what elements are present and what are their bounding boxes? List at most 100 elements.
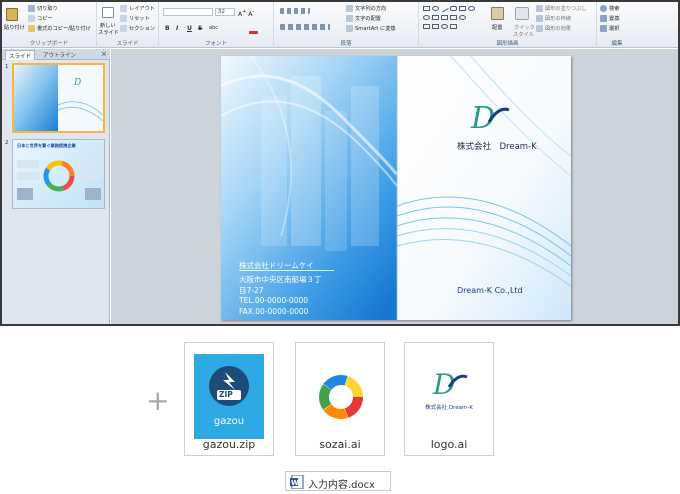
new-slide-label[interactable]: スライド [98,29,119,36]
slide-1-number: 1 [5,64,9,70]
smartart-icon[interactable] [346,25,353,32]
italic-button[interactable]: I [176,25,178,32]
circle-shape-icon[interactable] [468,6,475,11]
quick-styles-label[interactable]: スタイル [513,31,534,38]
align-text-button[interactable]: 文字の配置 [355,15,381,22]
reset-button[interactable]: リセット [129,15,150,22]
bold-button[interactable]: B [165,25,170,32]
file-logo-ai[interactable]: D 株式会社 Dream-K logo.ai [404,342,494,456]
dream-k-logo-icon: D [470,101,510,134]
clipboard-group: 貼り付け 切り取り コピー 書式のコピー/貼り付け クリップボード [2,2,97,48]
dream-k-logo-icon: D [432,368,468,401]
star-shape-icon[interactable] [459,15,466,20]
strikethrough-button[interactable]: S [198,25,202,32]
layout-button[interactable]: レイアウト [129,5,155,12]
callout-shape-icon[interactable] [423,24,430,29]
slide-1-thumbnail[interactable]: D [12,63,105,133]
layout-icon[interactable] [120,5,127,12]
editing-group-title: 編集 [611,41,623,47]
grow-font-button[interactable]: A+ A- [238,9,254,18]
format-painter-icon[interactable] [28,25,35,32]
tab-slides[interactable]: スライド [5,50,36,60]
new-slide-icon[interactable] [102,7,114,18]
slide-2-thumbnail[interactable]: 日本と世界を繋ぐ業務提携企業 [12,139,105,209]
word-document-icon: W [290,475,304,489]
text-direction-button[interactable]: 文字列の方向 [355,5,386,12]
new-slide-button[interactable]: 新しい [100,22,116,29]
shape-effects-icon[interactable] [536,25,543,32]
align-icon[interactable] [280,24,330,30]
zip-archive-icon: ZIP gazou [194,354,264,439]
quick-styles-button[interactable]: クイック [514,24,535,31]
drawing-group-title: 図形描画 [496,41,519,47]
select-icon[interactable] [600,25,607,32]
copy-button[interactable]: コピー [37,15,53,22]
section-icon[interactable] [120,25,127,32]
brace-shape-icon[interactable] [450,15,457,20]
convert-smartart-button[interactable]: SmartArt に変換 [355,25,396,32]
slide-canvas: D 株式会社 Dream-K Dream-K Co.,Ltd 株式会社ドリームケ… [111,49,678,324]
line-shape-icon[interactable] [440,4,449,13]
triangle-shape-icon[interactable] [432,15,439,20]
paste-icon[interactable] [6,8,18,21]
slide-2-number: 2 [5,140,9,146]
font-color-icon[interactable] [249,31,258,34]
select-button[interactable]: 選択 [609,25,619,32]
pane-tabbar: スライド アウトライン × [2,49,110,60]
shape-fill-button[interactable]: 図形の塗りつぶし [545,5,587,12]
rounded-rect-shape-icon[interactable] [450,6,457,11]
slides-pane: スライド アウトライン × 1 D 2 日本と世界を繋ぐ業務提携企業 [2,49,110,324]
ellipse-shape-icon[interactable] [423,15,430,20]
address-divider [239,270,334,271]
rectangle-shape-icon[interactable] [423,6,430,11]
scissors-icon[interactable] [28,5,35,12]
replace-icon[interactable] [600,15,607,22]
tab-outline[interactable]: アウトライン [40,50,79,60]
slides-group-title: スライド [116,41,139,47]
find-button[interactable]: 検索 [609,5,619,12]
paste-button[interactable]: 貼り付け [4,24,25,31]
file-sozai-ai[interactable]: sozai.ai [295,342,385,456]
format-painter-button[interactable]: 書式のコピー/貼り付け [37,25,91,32]
shape-outline-button[interactable]: 図形の枠線 [545,15,571,22]
replace-button[interactable]: 置換 [609,15,619,22]
logo-caption: 株式会社 Dream-K [425,405,473,411]
font-size-box[interactable]: 32 [215,8,235,16]
drawing-group: 配置 クイック スタイル 図形の塗りつぶし 図形の枠線 図形の効果 図形描画 [419,2,597,48]
plus-icon: + [146,384,170,417]
font-name-box[interactable] [163,8,213,16]
arrange-icon[interactable] [491,7,504,20]
align-text-icon[interactable] [346,15,353,22]
font-group-title: フォント [204,41,227,47]
copy-icon[interactable] [28,15,35,22]
oval-shape-icon[interactable] [432,6,439,11]
file-name: 入力内容.docx [308,480,376,491]
shape-fill-icon[interactable] [536,5,543,12]
arrow-shape-icon[interactable] [441,15,448,20]
arrange-button[interactable]: 配置 [492,24,502,31]
shape-effects-button[interactable]: 図形の効果 [545,25,571,32]
close-pane-icon[interactable]: × [98,49,110,59]
zip-badge-label: ZIP [219,390,233,399]
text-direction-icon[interactable] [346,5,353,12]
shadow-button[interactable]: abc [209,25,218,31]
editing-group: 検索 置換 選択 編集 [597,2,637,48]
section-button[interactable]: セクション [129,25,155,32]
powerpoint-window: 貼り付け 切り取り コピー 書式のコピー/貼り付け クリップボード 新しい スラ… [0,0,680,326]
heart-shape-icon[interactable] [441,24,448,29]
bullets-icon[interactable] [280,8,310,14]
reset-icon[interactable] [120,15,127,22]
underline-button[interactable]: U [187,25,192,32]
curve-shape-icon[interactable] [450,24,457,29]
shape-outline-icon[interactable] [536,15,543,22]
zip-badge-icon [209,366,249,406]
cut-button[interactable]: 切り取り [37,5,58,12]
file-gazou-zip[interactable]: ZIP gazou gazou.zip [184,342,274,456]
quick-styles-icon[interactable] [515,7,529,20]
find-icon[interactable] [600,5,607,12]
file-input-docx[interactable]: W 入力内容.docx [285,471,391,491]
textbox-shape-icon[interactable] [459,6,466,11]
slide-1[interactable]: D 株式会社 Dream-K Dream-K Co.,Ltd 株式会社ドリームケ… [221,56,571,320]
flowchart-shape-icon[interactable] [432,24,439,29]
tel-line: TEL.00-0000-0000 [239,296,309,305]
